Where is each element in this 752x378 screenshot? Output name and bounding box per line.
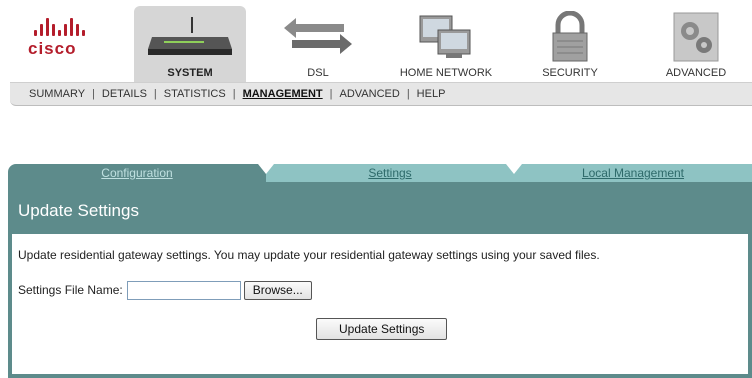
sub-navigation: SUMMARY | DETAILS | STATISTICS | MANAGEMENT… — [10, 82, 752, 106]
nav-tab-security[interactable]: SECURITY — [514, 6, 626, 82]
nav-tab-advanced[interactable]: ADVANCED — [640, 6, 752, 82]
nav-tab-label: SYSTEM — [167, 67, 213, 79]
nav-tab-system[interactable]: SYSTEM — [134, 6, 246, 82]
subnav-advanced[interactable]: ADVANCED — [333, 88, 407, 100]
browse-button[interactable]: Browse... — [243, 280, 312, 300]
nav-tab-label: SECURITY — [542, 67, 598, 79]
tab-settings[interactable]: Settings — [266, 164, 514, 182]
tab-notch — [258, 164, 274, 174]
cisco-logo: cisco — [22, 14, 112, 64]
computers-icon — [390, 10, 502, 64]
subnav-help[interactable]: HELP — [410, 88, 453, 100]
gears-icon — [640, 10, 752, 64]
subnav-statistics[interactable]: STATISTICS — [157, 88, 233, 100]
file-row: Settings File Name: Browse... — [18, 280, 748, 300]
subnav-details[interactable]: DETAILS — [95, 88, 154, 100]
settings-file-input[interactable] — [126, 280, 241, 300]
panel-body: Update residential gateway settings. You… — [12, 234, 748, 300]
nav-tab-label: HOME NETWORK — [399, 67, 493, 79]
tab-local-management[interactable]: Local Management — [514, 164, 752, 182]
nav-tab-label: DSL — [307, 67, 329, 79]
nav-tab-dsl[interactable]: DSL — [262, 6, 374, 82]
panel-title: Update Settings — [12, 182, 748, 234]
panel-description: Update residential gateway settings. You… — [18, 248, 600, 262]
update-settings-panel: Update Settings Update residential gatew… — [8, 182, 752, 378]
logo-wordmark: cisco — [28, 39, 77, 58]
update-button-wrap: Update Settings — [316, 318, 448, 340]
subnav-summary[interactable]: SUMMARY — [22, 88, 92, 100]
arrows-icon — [262, 10, 374, 64]
nav-tab-label: ADVANCED — [665, 67, 727, 79]
subnav-management[interactable]: MANAGEMENT — [236, 88, 330, 100]
content-tabs: Configuration Settings Local Management — [8, 164, 752, 182]
tab-notch — [506, 164, 522, 174]
router-icon — [134, 10, 246, 64]
nav-tab-home-network[interactable]: HOME NETWORK — [390, 6, 502, 82]
settings-file-label: Settings File Name: — [18, 283, 123, 297]
logo-bars-icon — [34, 14, 112, 36]
tab-configuration[interactable]: Configuration — [8, 164, 266, 182]
update-settings-button[interactable]: Update Settings — [316, 318, 448, 340]
lock-icon — [514, 10, 626, 64]
